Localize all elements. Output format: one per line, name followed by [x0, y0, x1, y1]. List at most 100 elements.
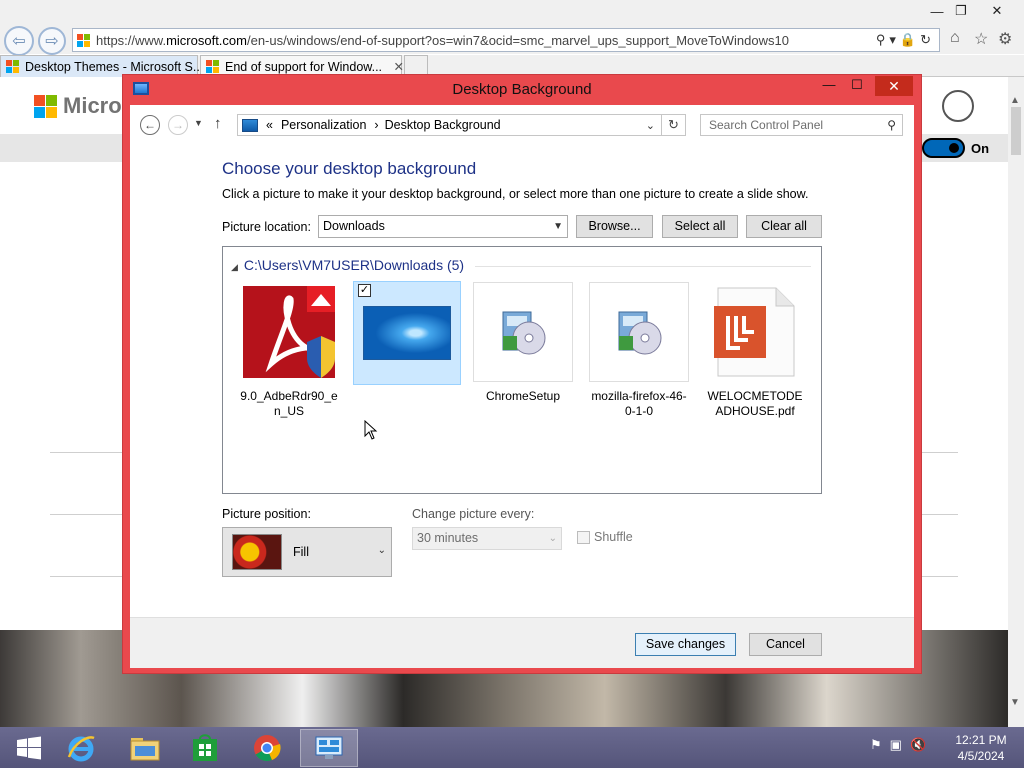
dialog-minimize-button[interactable]: — — [815, 77, 843, 95]
gallery-item[interactable]: WELOCMETODEADHOUSE.pdf — [705, 282, 805, 419]
tab-favicon-icon — [6, 60, 19, 73]
start-button[interactable] — [0, 729, 58, 767]
collapse-icon[interactable]: ◢ — [231, 262, 238, 272]
group-header[interactable]: ◢ C:\Users\VM7USER\Downloads (5) — [231, 257, 464, 273]
forward-icon[interactable]: → — [168, 115, 188, 135]
picture-position-select[interactable]: Fill ⌄ — [222, 527, 392, 577]
scroll-thumb[interactable] — [1011, 107, 1021, 155]
chevron-down-icon: ⌄ — [548, 533, 557, 544]
clear-all-button[interactable]: Clear all — [746, 215, 822, 238]
taskbar: ⚑▣🔇 12:21 PM 4/5/2024 — [0, 727, 1024, 768]
chevron-down-icon: ⌄ — [377, 545, 386, 556]
select-all-button[interactable]: Select all — [662, 215, 738, 238]
account-avatar-icon[interactable] — [942, 90, 974, 122]
page-scrollbar[interactable]: ▲ ▼ — [1008, 77, 1024, 727]
browser-titlebar: — ❐ ✕ — [0, 0, 1024, 24]
gallery-item-selected[interactable]: ✓ — [353, 281, 461, 392]
breadcrumb-separator-icon: › — [374, 118, 379, 132]
cancel-button[interactable]: Cancel — [749, 633, 822, 656]
address-bar[interactable]: https://www.microsoft.com/en-us/windows/… — [72, 28, 940, 52]
browser-navigation-bar: ⇦ ⇨ https://www.microsoft.com/en-us/wind… — [0, 24, 1024, 56]
internet-explorer-taskbar-button[interactable] — [52, 729, 110, 767]
store-taskbar-button[interactable] — [176, 729, 234, 767]
favorites-star-icon[interactable]: ☆ — [974, 29, 988, 49]
store-icon — [193, 734, 217, 761]
mouse-cursor-icon — [364, 420, 378, 440]
change-interval-label: Change picture every: — [412, 507, 535, 521]
dialog-close-button[interactable]: ✕ — [875, 76, 913, 96]
page-toggle[interactable]: On — [922, 138, 989, 158]
search-placeholder: Search Control Panel — [709, 118, 824, 132]
back-icon[interactable]: ⇦ — [4, 26, 34, 56]
home-icon[interactable]: ⌂ — [950, 29, 960, 47]
dialog-footer: Save changes Cancel — [130, 617, 914, 668]
save-changes-button[interactable]: Save changes — [635, 633, 736, 656]
gallery-item[interactable]: 9.0_AdbeRdr90_en_US — [239, 282, 339, 419]
browse-button[interactable]: Browse... — [576, 215, 653, 238]
item-caption: 9.0_AdbeRdr90_en_US — [240, 389, 338, 418]
position-preview-icon — [232, 534, 282, 570]
item-checkbox[interactable]: ✓ — [358, 284, 371, 297]
wallpaper-thumbnail: ✓ — [353, 281, 461, 385]
picture-location-select[interactable]: Downloads ▼ — [318, 215, 568, 238]
scroll-down-icon[interactable]: ▼ — [1010, 697, 1020, 708]
installer-icon — [589, 282, 689, 382]
picture-location-value: Downloads — [323, 219, 385, 233]
breadcrumb[interactable]: « Personalization › Desktop Background ⌄ — [237, 114, 662, 136]
dialog-title: Desktop Background — [452, 81, 592, 98]
back-icon[interactable]: ← — [140, 115, 160, 135]
group-header-label: C:\Users\VM7USER\Downloads (5) — [243, 257, 465, 273]
change-interval-select[interactable]: 30 minutes ⌄ — [412, 527, 562, 550]
site-favicon-icon — [77, 33, 90, 47]
internet-explorer-icon — [67, 736, 95, 762]
item-caption: WELOCMETODEADHOUSE.pdf — [707, 389, 803, 418]
pdf-file-icon — [705, 282, 805, 382]
gallery-item[interactable]: mozilla-firefox-46-0-1-0 — [589, 282, 689, 419]
clock-time: 12:21 PM — [955, 733, 1007, 747]
adobe-reader-icon — [239, 282, 339, 382]
search-input[interactable]: Search Control Panel ⚲ — [700, 114, 903, 136]
browser-restore-button[interactable]: ❐ — [946, 0, 976, 22]
clock-date: 4/5/2024 — [957, 749, 1005, 763]
control-panel-taskbar-button[interactable] — [300, 729, 358, 767]
forward-icon[interactable]: ⇨ — [38, 27, 66, 55]
address-url[interactable]: https://www.microsoft.com/en-us/windows/… — [96, 33, 789, 48]
checkbox-box[interactable] — [577, 530, 590, 544]
breadcrumb-personalization[interactable]: Personalization — [281, 118, 366, 132]
search-icon: ⚲▾ — [875, 32, 900, 47]
tab-label: End of support for Window... — [225, 60, 383, 74]
up-arrow-icon[interactable]: ↑ — [214, 115, 222, 132]
address-actions[interactable]: ⚲▾🔒↻ — [876, 32, 935, 48]
item-caption: mozilla-firefox-46-0-1-0 — [591, 389, 687, 418]
breadcrumb-desktop-background[interactable]: Desktop Background — [385, 118, 501, 132]
lock-icon: 🔒 — [899, 32, 921, 47]
chrome-icon — [254, 735, 281, 762]
settings-gear-icon[interactable]: ⚙ — [998, 29, 1012, 49]
tab-favicon-icon — [206, 60, 219, 73]
chrome-taskbar-button[interactable] — [238, 729, 296, 767]
shuffle-checkbox[interactable]: Shuffle — [577, 530, 633, 544]
scroll-up-icon[interactable]: ▲ — [1010, 95, 1020, 106]
tab-label: Desktop Themes - Microsoft S... — [25, 60, 204, 74]
dialog-maximize-button[interactable]: ☐ — [843, 77, 871, 95]
file-explorer-taskbar-button[interactable] — [116, 729, 174, 767]
page-title: Choose your desktop background — [222, 159, 477, 178]
picture-gallery[interactable]: ◢ C:\Users\VM7USER\Downloads (5) 9.0_Adbe… — [222, 246, 822, 494]
windows-logo-icon — [363, 306, 451, 360]
clock[interactable]: 12:21 PM 4/5/2024 — [948, 732, 1014, 764]
browser-close-button[interactable]: ✕ — [982, 0, 1012, 22]
breadcrumb-overflow[interactable]: « — [266, 118, 273, 132]
search-icon[interactable]: ⚲ — [887, 115, 896, 135]
chevron-down-icon[interactable]: ⌄ — [646, 119, 655, 132]
group-divider — [475, 266, 811, 267]
picture-position-value: Fill — [293, 545, 309, 559]
tab-close-icon[interactable]: ✕ — [394, 60, 404, 74]
recent-locations-icon[interactable]: ▼ — [194, 118, 203, 128]
refresh-icon[interactable]: ↻ — [662, 114, 686, 136]
gallery-item[interactable]: ChromeSetup — [473, 282, 573, 404]
system-tray[interactable]: ⚑▣🔇 — [870, 737, 934, 753]
picture-location-label: Picture location: — [222, 220, 311, 234]
toggle-switch[interactable] — [922, 138, 965, 158]
page-description: Click a picture to make it your desktop … — [222, 187, 809, 201]
control-panel-icon — [315, 736, 343, 759]
